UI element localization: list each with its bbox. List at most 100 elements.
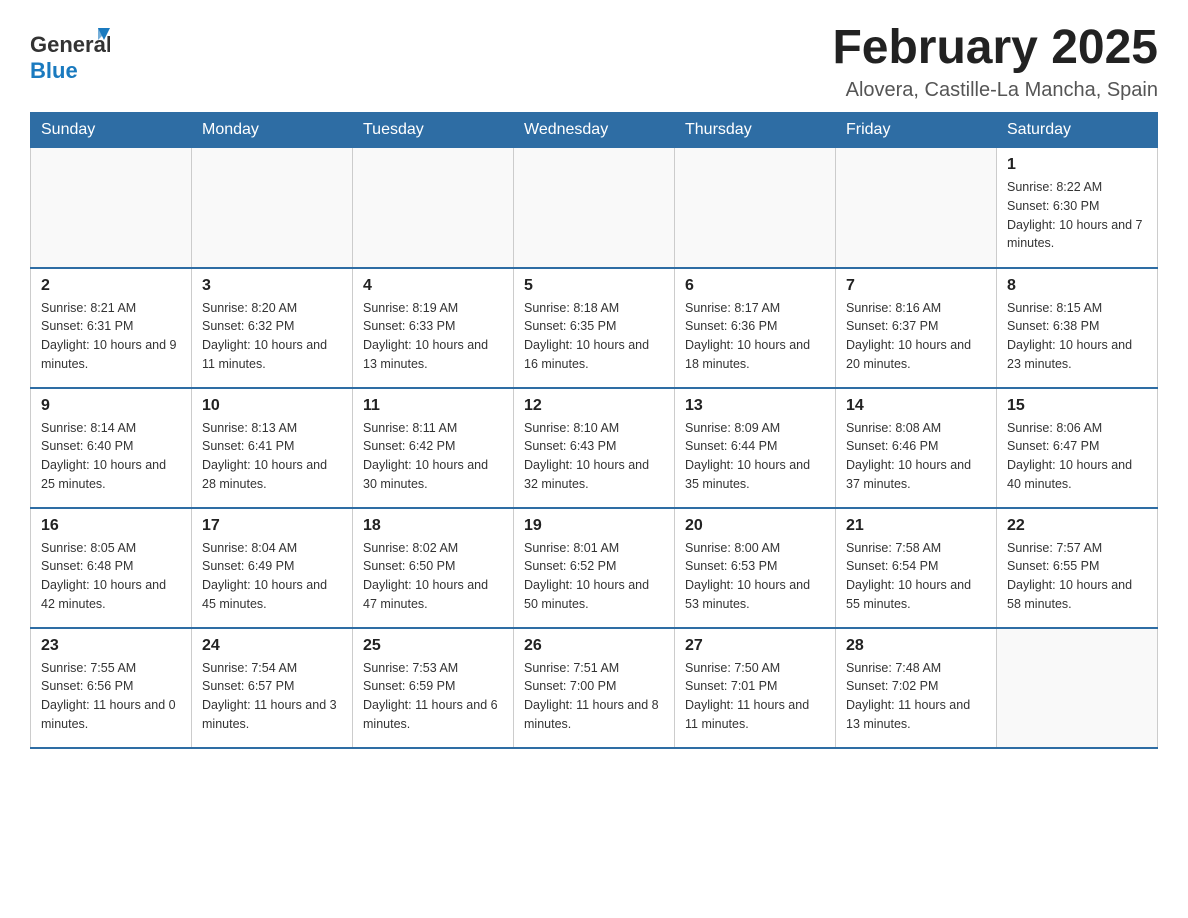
calendar-week-2: 2Sunrise: 8:21 AMSunset: 6:31 PMDaylight…	[31, 268, 1158, 388]
calendar-cell-w5-d6: 28 Sunrise: 7:48 AMSunset: 7:02 PMDayligh…	[836, 628, 997, 748]
day-number: 21	[846, 517, 986, 535]
day-info: Sunrise: 8:08 AMSunset: 6:46 PMDaylight:…	[846, 419, 986, 494]
day-number: 13	[685, 397, 825, 415]
day-number: 5	[524, 277, 664, 295]
day-info: Sunrise: 8:09 AMSunset: 6:44 PMDaylight:…	[685, 419, 825, 494]
calendar-cell-w2-d4: 5 Sunrise: 8:18 AMSunset: 6:35 PMDaylight…	[514, 268, 675, 388]
calendar-cell-w1-d4	[514, 148, 675, 268]
header-wednesday: Wednesday	[514, 113, 675, 148]
day-number: 2	[41, 277, 181, 295]
day-number: 14	[846, 397, 986, 415]
day-info: Sunrise: 8:00 AMSunset: 6:53 PMDaylight:…	[685, 539, 825, 614]
day-info: Sunrise: 8:10 AMSunset: 6:43 PMDaylight:…	[524, 419, 664, 494]
day-info: Sunrise: 8:01 AMSunset: 6:52 PMDaylight:…	[524, 539, 664, 614]
calendar-cell-w4-d4: 19 Sunrise: 8:01 AMSunset: 6:52 PMDayligh…	[514, 508, 675, 628]
title-section: February 2025 Alovera, Castille-La Manch…	[832, 20, 1158, 102]
day-number: 24	[202, 637, 342, 655]
day-info: Sunrise: 7:55 AMSunset: 6:56 PMDaylight:…	[41, 659, 181, 734]
calendar-cell-w2-d6: 7Sunrise: 8:16 AMSunset: 6:37 PMDaylight…	[836, 268, 997, 388]
header-sunday: Sunday	[31, 113, 192, 148]
day-info: Sunrise: 8:02 AMSunset: 6:50 PMDaylight:…	[363, 539, 503, 614]
day-info: Sunrise: 7:58 AMSunset: 6:54 PMDaylight:…	[846, 539, 986, 614]
calendar-cell-w3-d6: 14 Sunrise: 8:08 AMSunset: 6:46 PMDayligh…	[836, 388, 997, 508]
page-header: General Blue February 2025 Alovera, Cast…	[30, 20, 1158, 102]
calendar-cell-w3-d7: 15Sunrise: 8:06 AMSunset: 6:47 PMDayligh…	[997, 388, 1158, 508]
day-info: Sunrise: 8:05 AMSunset: 6:48 PMDaylight:…	[41, 539, 181, 614]
day-info: Sunrise: 8:19 AMSunset: 6:33 PMDaylight:…	[363, 299, 503, 374]
calendar-cell-w3-d2: 10Sunrise: 8:13 AMSunset: 6:41 PMDayligh…	[192, 388, 353, 508]
calendar-week-1: 1 Sunrise: 8:22 AMSunset: 6:30 PMDaylight…	[31, 148, 1158, 268]
calendar-cell-w2-d5: 6 Sunrise: 8:17 AMSunset: 6:36 PMDaylight…	[675, 268, 836, 388]
calendar-cell-w5-d4: 26 Sunrise: 7:51 AMSunset: 7:00 PMDayligh…	[514, 628, 675, 748]
page-title: February 2025	[832, 20, 1158, 75]
day-number: 12	[524, 397, 664, 415]
day-number: 23	[41, 637, 181, 655]
page-subtitle: Alovera, Castille-La Mancha, Spain	[832, 79, 1158, 102]
calendar-cell-w4-d5: 20Sunrise: 8:00 AMSunset: 6:53 PMDayligh…	[675, 508, 836, 628]
day-number: 8	[1007, 277, 1147, 295]
calendar-cell-w1-d6	[836, 148, 997, 268]
header-tuesday: Tuesday	[353, 113, 514, 148]
day-number: 6	[685, 277, 825, 295]
calendar-cell-w5-d7	[997, 628, 1158, 748]
calendar-cell-w2-d7: 8 Sunrise: 8:15 AMSunset: 6:38 PMDaylight…	[997, 268, 1158, 388]
day-info: Sunrise: 8:22 AMSunset: 6:30 PMDaylight:…	[1007, 178, 1147, 253]
day-number: 22	[1007, 517, 1147, 535]
day-info: Sunrise: 7:48 AMSunset: 7:02 PMDaylight:…	[846, 659, 986, 734]
day-number: 11	[363, 397, 503, 415]
day-info: Sunrise: 8:15 AMSunset: 6:38 PMDaylight:…	[1007, 299, 1147, 374]
day-info: Sunrise: 8:17 AMSunset: 6:36 PMDaylight:…	[685, 299, 825, 374]
day-number: 4	[363, 277, 503, 295]
calendar-cell-w5-d5: 27Sunrise: 7:50 AMSunset: 7:01 PMDayligh…	[675, 628, 836, 748]
calendar-week-3: 9 Sunrise: 8:14 AMSunset: 6:40 PMDaylight…	[31, 388, 1158, 508]
header-friday: Friday	[836, 113, 997, 148]
calendar-cell-w1-d3	[353, 148, 514, 268]
calendar-cell-w1-d7: 1 Sunrise: 8:22 AMSunset: 6:30 PMDaylight…	[997, 148, 1158, 268]
day-info: Sunrise: 8:04 AMSunset: 6:49 PMDaylight:…	[202, 539, 342, 614]
calendar-cell-w1-d2	[192, 148, 353, 268]
day-info: Sunrise: 7:54 AMSunset: 6:57 PMDaylight:…	[202, 659, 342, 734]
calendar-cell-w2-d2: 3 Sunrise: 8:20 AMSunset: 6:32 PMDaylight…	[192, 268, 353, 388]
calendar-cell-w3-d5: 13 Sunrise: 8:09 AMSunset: 6:44 PMDayligh…	[675, 388, 836, 508]
logo-icon: General Blue	[30, 20, 110, 90]
day-info: Sunrise: 7:51 AMSunset: 7:00 PMDaylight:…	[524, 659, 664, 734]
calendar-cell-w5-d3: 25 Sunrise: 7:53 AMSunset: 6:59 PMDayligh…	[353, 628, 514, 748]
header-saturday: Saturday	[997, 113, 1158, 148]
day-number: 19	[524, 517, 664, 535]
calendar-cell-w3-d3: 11 Sunrise: 8:11 AMSunset: 6:42 PMDayligh…	[353, 388, 514, 508]
day-info: Sunrise: 7:57 AMSunset: 6:55 PMDaylight:…	[1007, 539, 1147, 614]
calendar-cell-w4-d1: 16Sunrise: 8:05 AMSunset: 6:48 PMDayligh…	[31, 508, 192, 628]
day-number: 10	[202, 397, 342, 415]
day-info: Sunrise: 8:11 AMSunset: 6:42 PMDaylight:…	[363, 419, 503, 494]
day-info: Sunrise: 8:18 AMSunset: 6:35 PMDaylight:…	[524, 299, 664, 374]
day-number: 26	[524, 637, 664, 655]
day-info: Sunrise: 7:53 AMSunset: 6:59 PMDaylight:…	[363, 659, 503, 734]
calendar-cell-w2-d1: 2Sunrise: 8:21 AMSunset: 6:31 PMDaylight…	[31, 268, 192, 388]
calendar-week-5: 23 Sunrise: 7:55 AMSunset: 6:56 PMDayligh…	[31, 628, 1158, 748]
day-info: Sunrise: 8:14 AMSunset: 6:40 PMDaylight:…	[41, 419, 181, 494]
calendar-cell-w5-d2: 24 Sunrise: 7:54 AMSunset: 6:57 PMDayligh…	[192, 628, 353, 748]
day-number: 9	[41, 397, 181, 415]
calendar-cell-w1-d5	[675, 148, 836, 268]
calendar-cell-w4-d6: 21 Sunrise: 7:58 AMSunset: 6:54 PMDayligh…	[836, 508, 997, 628]
header-monday: Monday	[192, 113, 353, 148]
calendar-cell-w3-d1: 9 Sunrise: 8:14 AMSunset: 6:40 PMDaylight…	[31, 388, 192, 508]
calendar-cell-w4-d7: 22 Sunrise: 7:57 AMSunset: 6:55 PMDayligh…	[997, 508, 1158, 628]
day-number: 25	[363, 637, 503, 655]
day-number: 1	[1007, 156, 1147, 174]
day-number: 17	[202, 517, 342, 535]
day-number: 27	[685, 637, 825, 655]
day-info: Sunrise: 8:20 AMSunset: 6:32 PMDaylight:…	[202, 299, 342, 374]
day-number: 3	[202, 277, 342, 295]
day-number: 18	[363, 517, 503, 535]
svg-text:Blue: Blue	[30, 58, 78, 83]
day-number: 28	[846, 637, 986, 655]
header-thursday: Thursday	[675, 113, 836, 148]
calendar-cell-w2-d3: 4 Sunrise: 8:19 AMSunset: 6:33 PMDaylight…	[353, 268, 514, 388]
calendar-cell-w3-d4: 12 Sunrise: 8:10 AMSunset: 6:43 PMDayligh…	[514, 388, 675, 508]
day-number: 15	[1007, 397, 1147, 415]
day-number: 7	[846, 277, 986, 295]
calendar-table: Sunday Monday Tuesday Wednesday Thursday…	[30, 112, 1158, 749]
calendar-cell-w1-d1	[31, 148, 192, 268]
logo: General Blue	[30, 20, 110, 90]
